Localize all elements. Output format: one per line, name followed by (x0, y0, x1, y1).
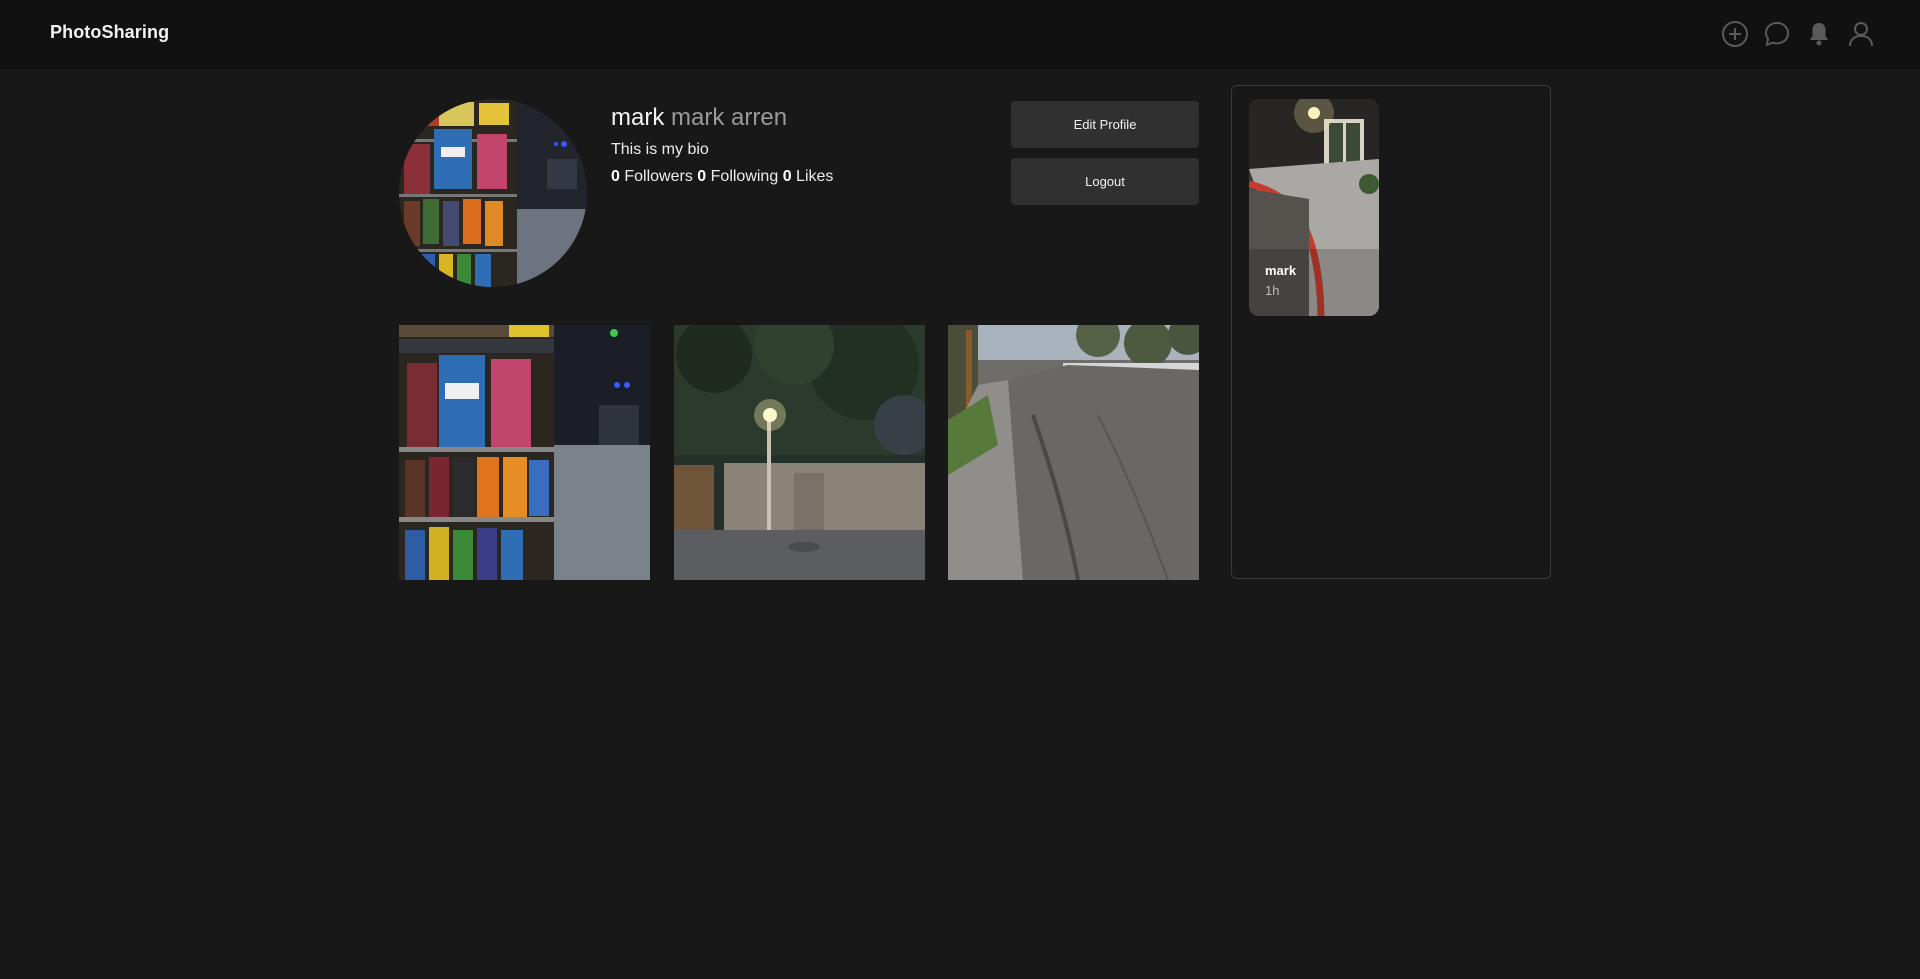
nav-icons (1720, 19, 1876, 49)
profile-stats: 0 Followers 0 Following 0 Likes (611, 168, 833, 186)
followers-count: 0 (611, 168, 620, 185)
profile-full-name: mark arren (671, 104, 788, 131)
profile-names: mark mark arren (611, 103, 833, 133)
followers-label[interactable]: Followers (624, 168, 692, 185)
notifications-bell-icon[interactable] (1804, 19, 1834, 49)
likes-count: 0 (782, 168, 792, 185)
profile-username: mark (611, 104, 665, 131)
brand-logo[interactable]: PhotoSharing (50, 22, 169, 43)
messages-icon[interactable] (1762, 19, 1792, 49)
profile-bio: This is my bio (611, 141, 709, 158)
edit-profile-button[interactable]: Edit Profile (1011, 101, 1199, 148)
post-thumbnail[interactable] (948, 325, 1199, 580)
top-navbar: PhotoSharing (0, 0, 1920, 69)
stories-panel: mark 1h (1231, 85, 1551, 579)
post-thumbnail[interactable] (399, 325, 650, 580)
post-thumbnail[interactable] (674, 325, 925, 580)
profile-avatar[interactable] (399, 99, 587, 287)
profile-user-icon[interactable] (1846, 19, 1876, 49)
story-username: mark (1265, 263, 1297, 278)
logout-button[interactable]: Logout (1011, 158, 1199, 205)
profile-info: mark mark arren This is my bio 0 Followe… (611, 103, 833, 186)
following-label[interactable]: Following (711, 168, 779, 185)
story-card[interactable]: mark 1h (1249, 99, 1379, 316)
following-count: 0 (697, 168, 707, 185)
add-post-icon[interactable] (1720, 19, 1750, 49)
likes-label: Likes (796, 168, 834, 185)
story-timestamp: 1h (1265, 283, 1280, 298)
